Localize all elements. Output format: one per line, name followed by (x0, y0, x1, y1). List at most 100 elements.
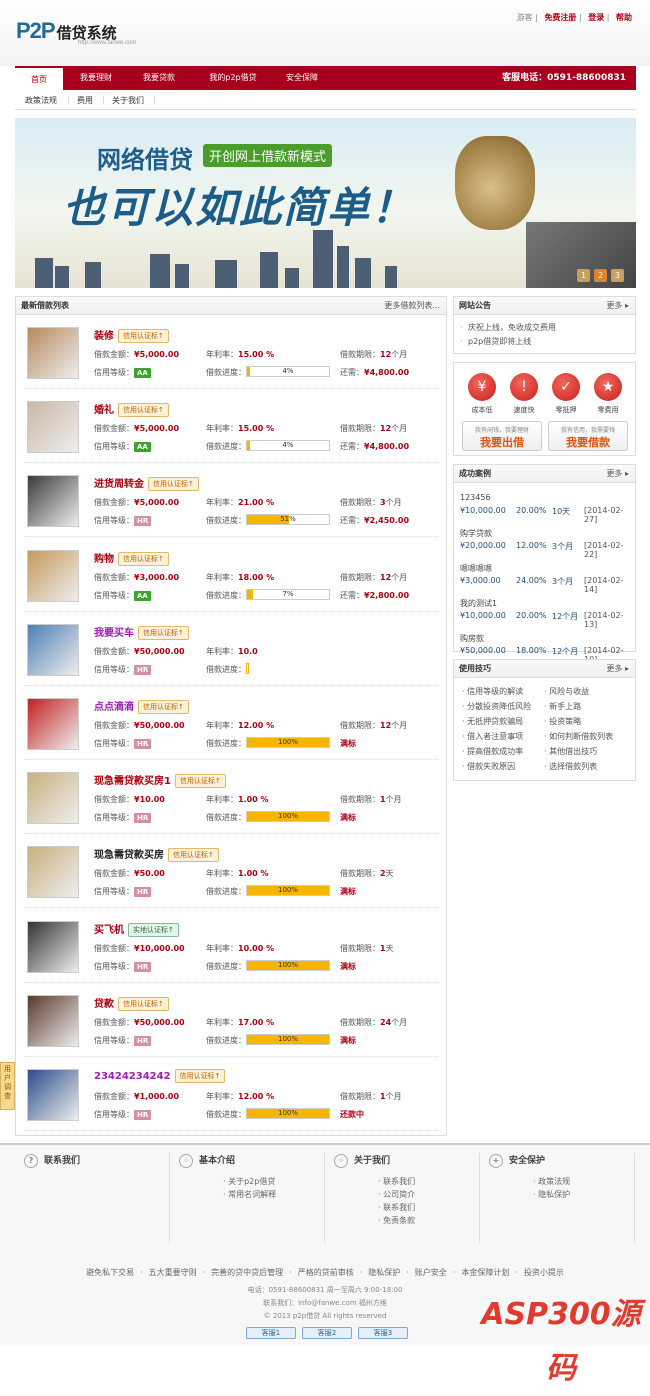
loan-title-text[interactable]: 点点滴滴 (94, 702, 134, 713)
loan-thumbnail[interactable] (27, 846, 79, 899)
loan-title[interactable]: 点点滴滴 信用认证标↑ (94, 698, 189, 714)
subnav-policy[interactable]: 政策法规 (25, 95, 57, 106)
footer-bottom-link[interactable]: 五大重要守则 (149, 1268, 197, 1277)
loan-thumbnail[interactable] (27, 698, 79, 750)
footer-bottom-link[interactable]: 本金保障计划 (461, 1268, 509, 1277)
loan-item[interactable]: 买飞机 实地认证标↑ 借款金额：¥10,000.00 年利率：10.00 % 借款期限：… (24, 913, 438, 983)
loan-item[interactable]: 点点滴滴 信用认证标↑ 借款金额：¥50,000.00 年利率：12.00 % 借款期限… (24, 690, 438, 760)
loan-title-text[interactable]: 进货周转金 (94, 479, 144, 490)
loan-title-text[interactable]: 我要买车 (94, 628, 134, 639)
footer-bottom-link[interactable]: 投资小提示 (524, 1268, 564, 1277)
footer-link[interactable]: · 公司简介 (330, 1188, 479, 1201)
login-link[interactable]: 登录 (588, 13, 604, 22)
loan-title-text[interactable]: 现急需贷款买房1 (94, 776, 171, 787)
tip-link[interactable]: · 风险与收益 (544, 686, 589, 697)
loan-item[interactable]: 进货周转金 信用认证标↑ 借款金额：¥5,000.00 年利率：21.00 % 借款期限… (24, 467, 438, 538)
loan-title[interactable]: 购物 信用认证标↑ (94, 550, 169, 566)
qq-service-3[interactable]: 客服3 (358, 1327, 408, 1339)
loan-title-text[interactable]: 婚礼 (94, 405, 114, 416)
nav-invest[interactable]: 我要理财 (70, 66, 122, 90)
footer-link[interactable]: · 联系我们 (330, 1175, 479, 1188)
loan-list-more-link[interactable]: 更多借款列表... (384, 297, 440, 315)
footer-link[interactable]: · 隐私保护 (485, 1188, 634, 1201)
tip-link[interactable]: · 提高借款成功率 (462, 746, 523, 757)
tip-link[interactable]: · 新手上路 (544, 701, 581, 712)
invest-button[interactable]: 我有闲钱，我要理财 我要出借 (462, 421, 542, 451)
tip-link[interactable]: · 信用等级的解读 (462, 686, 523, 697)
subnav-about[interactable]: 关于我们 (112, 95, 144, 106)
case-name[interactable]: 购房款 (460, 633, 630, 644)
footer-link[interactable]: · 常用名词解释 (175, 1188, 324, 1201)
nav-home[interactable]: 首页 (15, 66, 63, 90)
tips-more-link[interactable]: 更多 ▸ (606, 660, 629, 678)
loan-title[interactable]: 买飞机 实地认证标↑ (94, 921, 179, 937)
footer-bottom-link[interactable]: 隐私保护 (368, 1268, 400, 1277)
tip-link[interactable]: · 投资策略 (544, 716, 581, 727)
loan-thumbnail[interactable] (27, 920, 79, 973)
survey-tab[interactable]: 用户调查 (0, 1062, 15, 1110)
loan-title-text[interactable]: 买飞机 (94, 925, 124, 936)
banner-page-1[interactable]: 1 (577, 269, 590, 282)
footer-link[interactable]: · 关于p2p借贷 (175, 1175, 324, 1188)
footer-link[interactable]: · 政策法规 (485, 1175, 634, 1188)
loan-thumbnail[interactable] (27, 401, 79, 454)
banner-page-2[interactable]: 2 (594, 269, 607, 282)
notice-item[interactable]: p2p借贷即将上线 (454, 335, 635, 349)
register-link[interactable]: 免费注册 (544, 13, 576, 22)
tip-link[interactable]: · 无抵押贷款骗局 (462, 716, 523, 727)
loan-thumbnail[interactable] (27, 1069, 79, 1121)
footer-link[interactable]: · 联系我们 (330, 1201, 479, 1214)
tip-link[interactable]: · 借款失败原因 (462, 761, 515, 772)
loan-item[interactable]: 购物 信用认证标↑ 借款金额：¥3,000.00 年利率：18.00 % 借款期限：12… (24, 542, 438, 612)
footer-bottom-link[interactable]: 避免私下交易 (86, 1268, 134, 1277)
loan-title[interactable]: 现急需贷款买房 信用认证标↑ (94, 846, 219, 863)
loan-title[interactable]: 装修 信用认证标↑ (94, 327, 169, 343)
tip-link[interactable]: · 如何判断借款列表 (544, 731, 613, 742)
case-name[interactable]: 购学贷款 (460, 528, 630, 539)
hero-banner[interactable]: 网络借贷 开创网上借款新模式 也可以如此简单！ 123 (15, 118, 636, 288)
loan-item[interactable]: 我要买车 信用认证标↑ 借款金额：¥50,000.00 年利率：10.0 信用等级： HR… (24, 616, 438, 686)
qq-service-1[interactable]: 客服1 (246, 1327, 296, 1339)
footer-link[interactable]: · 免责条款 (330, 1214, 479, 1227)
loan-title-text[interactable]: 现急需贷款买房 (94, 850, 164, 861)
loan-title[interactable]: 贷款 信用认证标↑ (94, 995, 169, 1011)
loan-thumbnail[interactable] (27, 475, 79, 528)
loan-item[interactable]: 婚礼 信用认证标↑ 借款金额：¥5,000.00 年利率：15.00 % 借款期限：12… (24, 393, 438, 464)
tip-link[interactable]: · 借入者注意事项 (462, 731, 523, 742)
loan-thumbnail[interactable] (27, 623, 79, 676)
loan-title[interactable]: 进货周转金 信用认证标↑ (94, 475, 199, 492)
loan-title[interactable]: 婚礼 信用认证标↑ (94, 401, 169, 418)
banner-page-3[interactable]: 3 (611, 269, 624, 282)
loan-title-text[interactable]: 贷款 (94, 999, 114, 1010)
case-name[interactable]: 123456 (460, 493, 630, 502)
loan-item[interactable]: 现急需贷款买房1 信用认证标↑ 借款金额：¥10.00 年利率：1.00 % 借款期限：… (24, 764, 438, 835)
footer-bottom-link[interactable]: 账户安全 (415, 1268, 447, 1277)
tip-link[interactable]: · 选择借款列表 (544, 761, 597, 772)
loan-title[interactable]: 现急需贷款买房1 信用认证标↑ (94, 772, 226, 789)
footer-bottom-link[interactable]: 完善的贷中贷后管理 (211, 1268, 283, 1277)
loan-title-text[interactable]: 23424234242 (94, 1071, 171, 1082)
loan-item[interactable]: 23424234242 信用认证标↑ 借款金额：¥1,000.00 年利率：12.00… (24, 1061, 438, 1131)
nav-my-p2p[interactable]: 我的p2p借贷 (197, 66, 269, 90)
loan-thumbnail[interactable] (27, 549, 79, 602)
loan-item[interactable]: 贷款 信用认证标↑ 借款金额：¥50,000.00 年利率：17.00 % 借款期限：2… (24, 987, 438, 1057)
subnav-fees[interactable]: 费用 (77, 95, 93, 106)
case-name[interactable]: 嗯嗯嗯嗯 (460, 563, 630, 574)
borrow-button[interactable]: 我有信用，我需要钱 我要借款 (548, 421, 628, 451)
notice-item[interactable]: 庆祝上线，免收成交费用 (454, 321, 635, 335)
footer-bottom-link[interactable]: 严格的贷前审核 (298, 1268, 354, 1277)
notice-more-link[interactable]: 更多 ▸ (606, 297, 629, 315)
loan-title-text[interactable]: 购物 (94, 554, 114, 565)
loan-thumbnail[interactable] (27, 994, 79, 1047)
nav-security[interactable]: 安全保障 (277, 66, 327, 90)
loan-thumbnail[interactable] (27, 772, 79, 825)
cases-more-link[interactable]: 更多 ▸ (606, 465, 629, 483)
qq-service-2[interactable]: 客服2 (302, 1327, 352, 1339)
loan-title[interactable]: 23424234242 信用认证标↑ (94, 1069, 226, 1083)
loan-item[interactable]: 装修 信用认证标↑ 借款金额：¥5,000.00 年利率：15.00 % 借款期限：12… (24, 319, 438, 389)
help-link[interactable]: 帮助 (616, 13, 632, 22)
nav-borrow[interactable]: 我要贷款 (133, 66, 185, 90)
loan-item[interactable]: 现急需贷款买房 信用认证标↑ 借款金额：¥50.00 年利率：1.00 % 借款期限：2… (24, 838, 438, 909)
loan-thumbnail[interactable] (27, 327, 79, 379)
tip-link[interactable]: · 分散投资降低风险 (462, 701, 531, 712)
